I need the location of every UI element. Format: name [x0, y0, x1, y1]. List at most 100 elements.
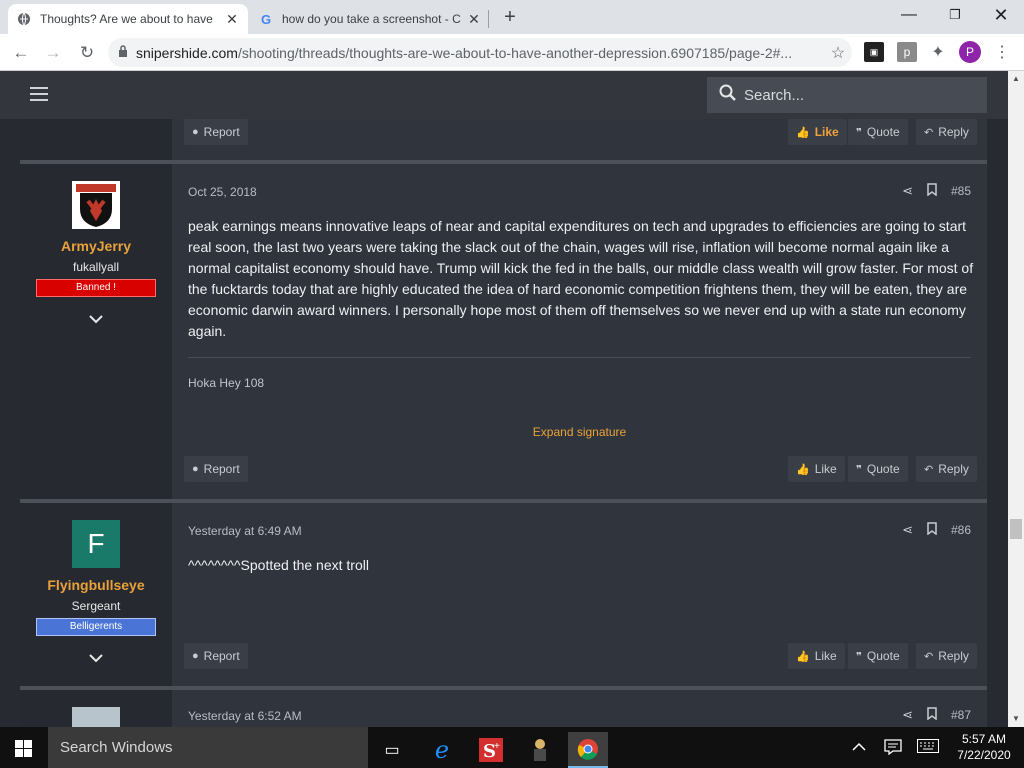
- post-meta: ⋖ #87: [902, 707, 971, 723]
- post-85: ArmyJerry fukallyall Banned ! Oct 25, 20…: [20, 164, 987, 499]
- like-button[interactable]: 👍 Like: [788, 119, 847, 145]
- extension-screen-icon[interactable]: ▣: [864, 42, 884, 62]
- google-icon: G: [260, 11, 272, 27]
- chevron-down-icon[interactable]: [86, 311, 106, 327]
- task-view-icon[interactable]: ▭: [372, 732, 412, 768]
- quote-icon: ❞: [856, 463, 862, 476]
- alert-icon: ●: [192, 650, 199, 662]
- post-user-panel: [20, 690, 172, 727]
- post-date[interactable]: Yesterday at 6:52 AM: [188, 709, 302, 723]
- bookmark-icon[interactable]: [927, 707, 937, 723]
- close-tab-icon[interactable]: ✕: [466, 11, 482, 28]
- report-button[interactable]: ● Report: [184, 643, 248, 669]
- profile-avatar[interactable]: P: [959, 41, 981, 63]
- tab-inactive[interactable]: G how do you take a screenshot - C ✕: [250, 4, 490, 34]
- system-clock[interactable]: 5:57 AM 7/22/2020: [950, 731, 1018, 763]
- search-placeholder: Search...: [744, 86, 805, 104]
- user-badge: Banned !: [36, 279, 156, 297]
- internet-explorer-icon[interactable]: e: [422, 732, 462, 768]
- user-badge: Belligerents: [36, 618, 156, 636]
- signature-divider: [188, 357, 971, 358]
- scroll-down-icon[interactable]: ▼: [1008, 711, 1024, 727]
- share-icon[interactable]: ⋖: [902, 522, 913, 538]
- post-date[interactable]: Oct 25, 2018: [188, 185, 257, 199]
- post-number[interactable]: #87: [951, 708, 971, 722]
- svg-text:+: +: [494, 741, 500, 752]
- app-s-plus-icon[interactable]: S +: [471, 732, 511, 768]
- post-body: Yesterday at 6:49 AM ⋖ #86 ^^^^^^^^Spott…: [172, 503, 987, 686]
- url-text: snipershide.com/shooting/threads/thought…: [136, 44, 793, 61]
- chevron-down-icon[interactable]: [86, 650, 106, 666]
- browser-toolbar: ← → ↻ snipershide.com/shooting/threads/t…: [0, 34, 1024, 71]
- hamburger-menu-icon[interactable]: [30, 87, 48, 101]
- windows-taskbar: Search Windows ▭ e S + 5:57 AM 7/22/2020: [0, 727, 1024, 768]
- reply-button[interactable]: ↶ Reply: [916, 119, 977, 145]
- avatar[interactable]: [72, 181, 120, 229]
- keyboard-icon[interactable]: [917, 739, 939, 756]
- avatar[interactable]: [72, 707, 120, 727]
- bookmark-icon[interactable]: [927, 522, 937, 538]
- lock-icon: [118, 45, 128, 60]
- app-figure-icon[interactable]: [520, 732, 560, 768]
- share-icon[interactable]: ⋖: [902, 707, 913, 723]
- quote-button[interactable]: ❞ Quote: [848, 456, 908, 482]
- username[interactable]: Flyingbullseye: [20, 577, 172, 593]
- reload-icon[interactable]: ↻: [74, 40, 100, 66]
- reply-icon: ↶: [924, 463, 934, 476]
- post-user-panel: ArmyJerry fukallyall Banned !: [20, 164, 172, 499]
- close-tab-icon[interactable]: ✕: [224, 11, 240, 28]
- like-button[interactable]: 👍 Like: [788, 456, 845, 482]
- tab-active[interactable]: Thoughts? Are we about to have ✕: [8, 4, 248, 34]
- windows-start-icon[interactable]: [15, 740, 32, 757]
- page-scrollbar[interactable]: ▲ ▼: [1008, 71, 1024, 727]
- minimize-icon[interactable]: —: [886, 0, 932, 30]
- reply-button[interactable]: ↶ Reply: [916, 456, 977, 482]
- search-input[interactable]: Search...: [707, 77, 987, 113]
- reply-button[interactable]: ↶ Reply: [916, 643, 977, 669]
- post-number[interactable]: #85: [951, 184, 971, 198]
- reply-icon: ↶: [924, 650, 934, 663]
- globe-icon: [16, 11, 32, 27]
- taskbar-search[interactable]: Search Windows: [48, 727, 368, 768]
- share-icon[interactable]: ⋖: [902, 183, 913, 199]
- thumbs-up-icon: 👍: [796, 126, 810, 139]
- alert-icon: ●: [192, 463, 199, 475]
- clock-date: 7/22/2020: [957, 748, 1011, 762]
- previous-post-footer: ● Report 👍 Like ❞ Quote ↶ Reply: [20, 119, 987, 160]
- chevron-up-icon[interactable]: [852, 739, 866, 754]
- chrome-icon[interactable]: [568, 732, 608, 768]
- quote-icon: ❞: [856, 126, 862, 139]
- extensions-puzzle-icon[interactable]: ✦: [928, 42, 948, 62]
- quote-button[interactable]: ❞ Quote: [848, 643, 908, 669]
- post-date[interactable]: Yesterday at 6:49 AM: [188, 524, 302, 538]
- notifications-icon[interactable]: [884, 739, 902, 758]
- username[interactable]: ArmyJerry: [20, 238, 172, 254]
- scroll-thumb[interactable]: [1010, 519, 1022, 539]
- thumbs-up-icon: 👍: [796, 463, 810, 476]
- user-title: fukallyall: [72, 260, 120, 274]
- expand-signature-link[interactable]: Expand signature: [172, 425, 987, 439]
- report-button[interactable]: ● Report: [184, 456, 248, 482]
- forward-icon[interactable]: →: [40, 40, 66, 66]
- like-button[interactable]: 👍 Like: [788, 643, 845, 669]
- quote-button[interactable]: ❞ Quote: [848, 119, 908, 145]
- report-button[interactable]: ● Report: [184, 119, 248, 145]
- post-body: Yesterday at 6:52 AM ⋖ #87: [172, 690, 987, 727]
- browser-menu-icon[interactable]: ⋮: [992, 42, 1012, 62]
- scroll-up-icon[interactable]: ▲: [1008, 71, 1024, 87]
- post-text: ^^^^^^^^Spotted the next troll: [188, 557, 369, 573]
- post-number[interactable]: #86: [951, 523, 971, 537]
- address-bar[interactable]: snipershide.com/shooting/threads/thought…: [108, 38, 852, 67]
- bookmark-star-icon[interactable]: ☆: [824, 43, 852, 63]
- quote-icon: ❞: [856, 650, 862, 663]
- back-icon[interactable]: ←: [8, 40, 34, 66]
- restore-icon[interactable]: ❐: [932, 0, 978, 30]
- close-window-icon[interactable]: ✕: [978, 0, 1024, 30]
- browser-tab-bar: Thoughts? Are we about to have ✕ G how d…: [0, 0, 1024, 34]
- extension-p-icon[interactable]: p: [897, 42, 917, 62]
- new-tab-icon[interactable]: +: [498, 6, 522, 30]
- tab-title: Thoughts? Are we about to have: [40, 12, 213, 26]
- bookmark-icon[interactable]: [927, 183, 937, 199]
- avatar[interactable]: F: [72, 520, 120, 568]
- post-86: F Flyingbullseye Sergeant Belligerents Y…: [20, 503, 987, 686]
